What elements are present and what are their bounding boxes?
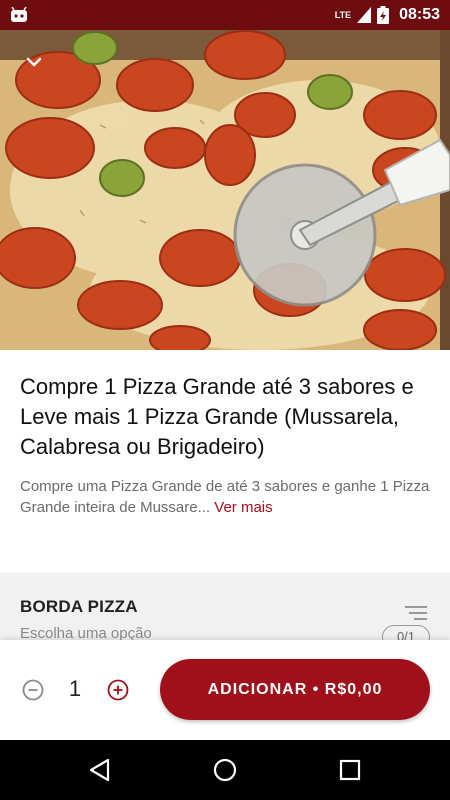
add-to-cart-button[interactable]: ADICIONAR • R$0,00 [160,659,430,720]
system-nav-bar [0,740,450,800]
network-type: LTE [334,10,352,20]
plus-circle-icon[interactable] [107,679,129,701]
clock: 08:53 [399,6,440,23]
nav-back-icon[interactable] [88,758,112,782]
pizza-illustration [0,30,450,350]
product-description: Compre uma Pizza Grande de até 3 sabores… [20,476,430,518]
product-info: Compre 1 Pizza Grande até 3 sabores e Le… [0,350,450,573]
nav-home-icon[interactable] [213,758,237,782]
option-section-borda[interactable]: BORDA PIZZA Escolha uma opção 0/1 [0,573,450,643]
android-icon [11,7,27,22]
minus-circle-icon[interactable] [22,679,44,701]
chevron-down-icon[interactable] [24,52,44,72]
battery-icon [377,6,390,24]
quantity-value: 1 [68,676,82,701]
status-bar: LTE 08:53 [0,0,450,30]
see-more-link[interactable]: Ver mais [214,499,272,516]
product-image [0,30,450,350]
signal-icon [357,7,372,23]
sort-lines-icon [405,606,427,620]
nav-recents-icon[interactable] [338,758,362,782]
section-title: BORDA PIZZA [20,597,138,616]
product-title: Compre 1 Pizza Grande até 3 sabores e Le… [20,374,414,459]
